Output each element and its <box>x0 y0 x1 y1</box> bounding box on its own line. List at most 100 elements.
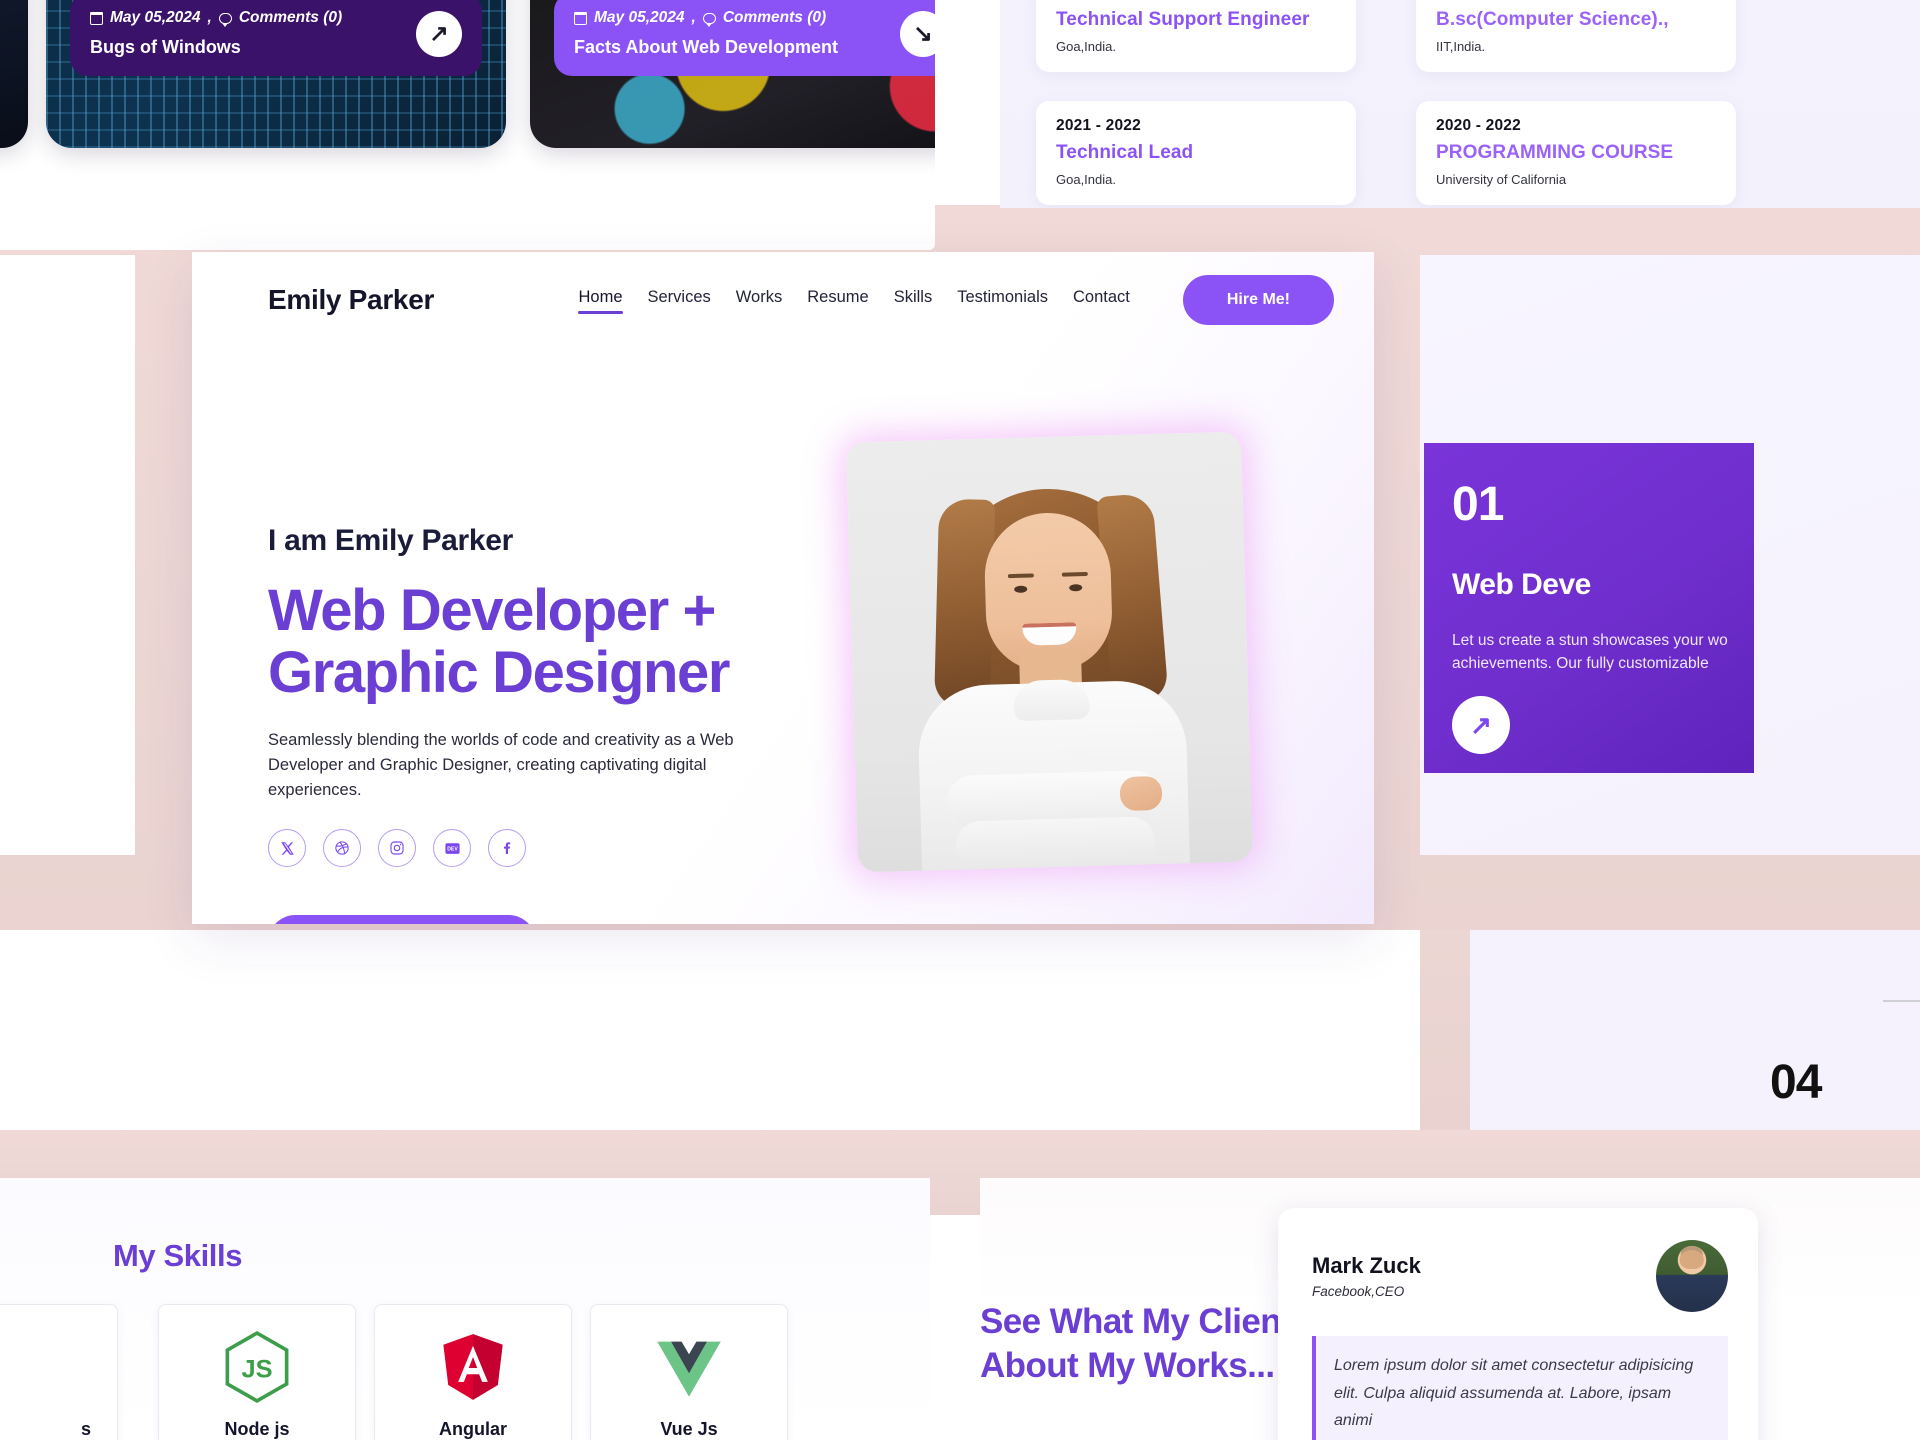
blog-card-overlay: May 05,2024 , Comments (0) Facts About W… <box>554 0 935 76</box>
resume-card[interactable]: 2018 - 2020 B.sc(Computer Science)., IIT… <box>1416 0 1736 72</box>
hero-title-line1: Web Developer + <box>268 578 716 643</box>
vuejs-icon <box>657 1341 721 1397</box>
svg-text:DEV: DEV <box>447 846 458 852</box>
nav-link-works[interactable]: Works <box>736 288 782 312</box>
services-preview-lower-bg <box>1420 930 1920 1130</box>
resume-card[interactable]: 2021 - 2022 Technical Lead Goa,India. <box>1036 101 1356 205</box>
hire-me-button[interactable]: Hire Me! <box>1182 275 1334 325</box>
testimonials-preview-panel: See What My Clients Say About My Works..… <box>980 1178 1920 1440</box>
skill-card-partial[interactable]: s <box>0 1304 118 1440</box>
comment-bubble-icon <box>218 12 232 27</box>
blog-card-date: May 05,2024 <box>110 9 201 26</box>
hero-preview-card: Emily Parker Home Services Works Resume … <box>192 252 1374 924</box>
skill-card-label: Node js <box>224 1419 290 1439</box>
resume-education-column: 2018 - 2020 B.sc(Computer Science)., IIT… <box>1416 0 1736 208</box>
blog-card-overlay: May 05,2024 , Comments (0) Bugs of Windo… <box>70 0 482 76</box>
service-card-title: Web Deve <box>1452 568 1591 601</box>
services-preview-panel: 01 Web Deve Let us create a stun showcas… <box>1420 255 1920 855</box>
blog-thumbnail-city <box>0 0 28 148</box>
calendar-icon <box>90 11 103 25</box>
nodejs-icon: JS <box>225 1331 289 1403</box>
service-divider <box>1883 1000 1920 1002</box>
avatar <box>1656 1240 1728 1312</box>
skill-card-vuejs[interactable]: Vue Js <box>590 1304 788 1440</box>
dribbble-icon[interactable] <box>323 829 361 868</box>
blog-card-date: May 05,2024 <box>594 9 685 26</box>
resume-card-place: IIT,India. <box>1436 39 1486 54</box>
resume-card[interactable]: 2020 - 2021 Technical Support Engineer G… <box>1036 0 1356 72</box>
blog-preview-panel: May 05,2024 , Comments (0) Bugs of Windo… <box>0 0 935 250</box>
resume-card-place: Goa,India. <box>1056 39 1116 54</box>
blog-card-meta: May 05,2024 , Comments (0) <box>90 9 342 27</box>
hero-title-line2: Graphic Designer <box>268 640 730 706</box>
resume-card-years: 2018 - 2020 <box>1436 0 1716 2</box>
hero-subtitle: Seamlessly blending the worlds of code a… <box>268 731 734 800</box>
comment-bubble-icon <box>702 12 716 27</box>
skill-card-nodejs[interactable]: JS Node js <box>158 1304 356 1440</box>
social-links: DEV <box>268 829 868 868</box>
blog-card-comments: Comments (0) <box>238 9 343 26</box>
service-card-arrow-button[interactable]: ↗ <box>1452 695 1510 754</box>
resume-card-role: Technical Lead <box>1056 142 1194 163</box>
portrait-photo <box>846 431 1253 873</box>
hero-eyebrow: I am Emily Parker <box>268 524 514 557</box>
nav-links: Home Services Works Resume Skills Testim… <box>578 275 1334 325</box>
facebook-icon[interactable] <box>488 829 526 868</box>
skills-title: My Skills <box>113 1238 243 1273</box>
skills-preview-panel: My Skills s JS Node js Angular Vue Js <box>0 1178 930 1440</box>
blog-card-partial[interactable] <box>0 0 28 148</box>
blog-card-title: Bugs of Windows <box>90 37 241 57</box>
resume-card-role: Technical Support Engineer <box>1056 9 1310 30</box>
blog-card[interactable]: May 05,2024 , Comments (0) Bugs of Windo… <box>46 0 506 148</box>
nav-link-resume[interactable]: Resume <box>807 288 868 312</box>
blog-card-meta: May 05,2024 , Comments (0) <box>574 9 838 27</box>
resume-card-years: 2021 - 2022 <box>1056 117 1141 134</box>
resume-card-years: 2020 - 2021 <box>1056 0 1336 2</box>
resume-card-place: University of California <box>1436 172 1567 187</box>
testimonial-author-role: Facebook,CEO <box>1312 1284 1405 1299</box>
skill-card-angular[interactable]: Angular <box>374 1304 572 1440</box>
resume-card-role: B.sc(Computer Science)., <box>1436 9 1669 30</box>
blog-card[interactable]: May 05,2024 , Comments (0) Facts About W… <box>530 0 935 148</box>
service-card-number-next: 04 <box>1770 1056 1822 1109</box>
download-cv-button[interactable]: Download CV <box>268 915 536 924</box>
nav-link-skills[interactable]: Skills <box>894 288 933 312</box>
svg-text:JS: JS <box>241 1356 272 1384</box>
testimonial-card[interactable]: Mark Zuck Facebook,CEO Lorem ipsum dolor… <box>1278 1208 1758 1440</box>
hero-portrait <box>846 431 1253 873</box>
page-root: May 05,2024 , Comments (0) Bugs of Windo… <box>0 0 1920 1440</box>
nav-link-services[interactable]: Services <box>648 288 711 312</box>
resume-card-role: PROGRAMMING COURSE <box>1436 142 1674 163</box>
blog-card-comments: Comments (0) <box>722 9 827 26</box>
blog-card-arrow-button[interactable]: ↗ <box>416 10 462 57</box>
blog-card-title: Facts About Web Development <box>574 37 839 57</box>
resume-card[interactable]: 2020 - 2022 PROGRAMMING COURSE Universit… <box>1416 101 1736 205</box>
testimonial-header: Mark Zuck Facebook,CEO <box>1312 1240 1728 1312</box>
service-card-body: Let us create a stun showcases your wo a… <box>1452 632 1728 672</box>
brand-logo[interactable]: Emily Parker <box>268 284 434 316</box>
pink-strip-right <box>1420 930 1470 1130</box>
resume-preview-panel: 2020 - 2021 Technical Support Engineer G… <box>1000 0 1920 208</box>
testimonial-author-name: Mark Zuck <box>1312 1253 1421 1278</box>
hero-title: Web Developer + Graphic Designer <box>268 578 868 706</box>
nav-link-home[interactable]: Home <box>578 288 623 314</box>
nav-link-testimonials[interactable]: Testimonials <box>957 288 1048 312</box>
resume-card-years: 2020 - 2022 <box>1436 117 1521 134</box>
x-twitter-icon[interactable] <box>268 829 306 868</box>
skill-card-label: Vue Js <box>660 1419 718 1439</box>
works-preview-panel: ↘ <box>0 255 135 855</box>
skill-card-label: s <box>81 1419 92 1439</box>
main-navbar: Emily Parker Home Services Works Resume … <box>192 252 1374 348</box>
instagram-icon[interactable] <box>378 829 416 868</box>
angular-icon <box>443 1334 503 1400</box>
testimonials-title-line2: About My Works... <box>980 1345 1275 1385</box>
blog-card-arrow-button[interactable]: ↘ <box>900 10 935 57</box>
resume-card-place: Goa,India. <box>1056 172 1116 187</box>
testimonial-quote: Lorem ipsum dolor sit amet consectetur a… <box>1312 1336 1728 1440</box>
hero-text-block: I am Emily Parker Web Developer + Graphi… <box>268 524 868 924</box>
nav-link-contact[interactable]: Contact <box>1073 288 1130 312</box>
dev-icon[interactable]: DEV <box>433 829 471 868</box>
skill-card-label: Angular <box>438 1419 507 1439</box>
calendar-icon <box>574 11 587 25</box>
service-card[interactable]: 01 Web Deve Let us create a stun showcas… <box>1424 443 1754 773</box>
